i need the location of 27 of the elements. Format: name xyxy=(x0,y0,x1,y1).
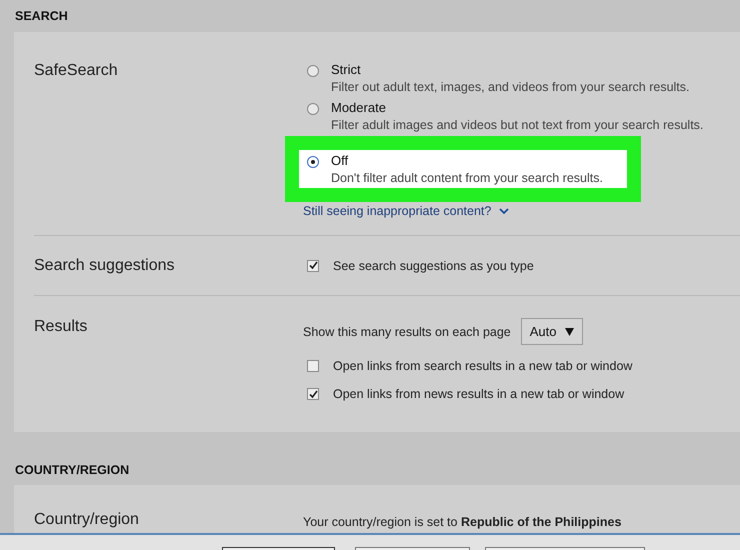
checkbox-label: Open links from search results in a new tab or window xyxy=(333,359,632,373)
help-link[interactable]: Still seeing inappropriate content? xyxy=(303,204,492,218)
section-title: SEARCH xyxy=(15,9,68,23)
option-label: Strict xyxy=(331,62,362,77)
radio-button[interactable] xyxy=(307,65,319,77)
checkbox[interactable] xyxy=(307,260,319,272)
option-label: Off xyxy=(331,153,350,168)
option-label: Moderate xyxy=(331,100,387,115)
checkbox[interactable] xyxy=(307,388,319,400)
radio-button[interactable] xyxy=(307,156,319,168)
option-description: Filter adult images and videos but not text from your search results. xyxy=(331,118,704,132)
setting-label: Search suggestions xyxy=(34,256,175,274)
checkbox[interactable] xyxy=(307,360,319,372)
setting-label: Country/region xyxy=(34,511,139,528)
country-text: Your country/region is set to Republic of the Philippines xyxy=(303,515,622,529)
checkbox-label: Open links from news results in a new tab or window xyxy=(333,387,624,401)
option-description: Don't filter adult content from your search results. xyxy=(331,171,603,185)
option-description: Filter out adult text, images, and videos from your search results. xyxy=(331,80,690,94)
results-dropdown[interactable]: Auto xyxy=(520,318,583,345)
checkbox-label: See search suggestions as you type xyxy=(333,258,534,272)
chevron-down-icon xyxy=(499,208,510,214)
radio-button[interactable] xyxy=(307,103,319,115)
section-title: COUNTRY/REGION xyxy=(15,463,130,477)
setting-label: SafeSearch xyxy=(34,62,118,79)
setting-label: Results xyxy=(34,318,88,335)
setting-text: Show this many results on each page xyxy=(303,324,511,338)
dropdown-arrow-icon xyxy=(564,328,574,336)
